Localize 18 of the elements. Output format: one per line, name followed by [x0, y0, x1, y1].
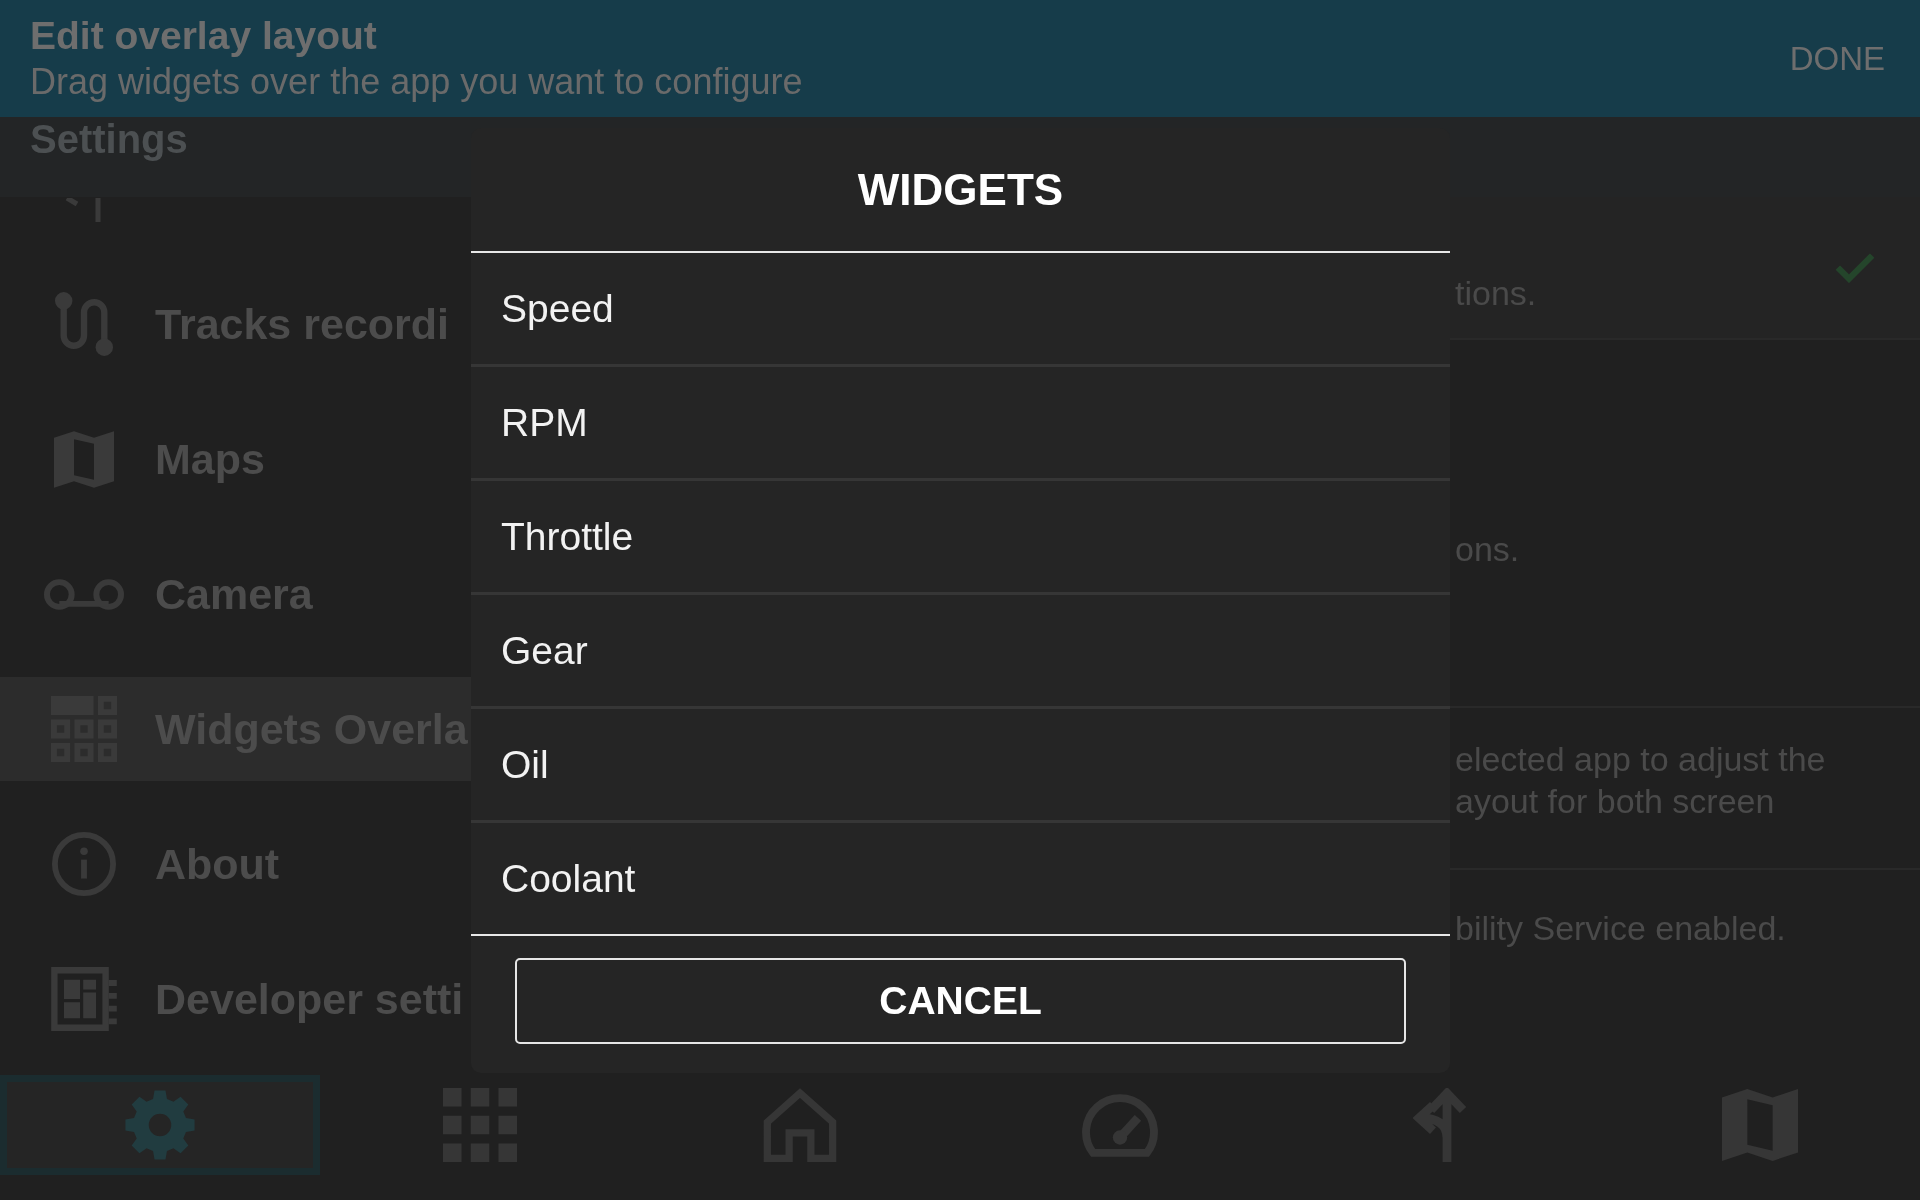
- map-icon: [54, 430, 114, 488]
- bar-title: Edit overlay layout: [30, 14, 377, 58]
- widget-option[interactable]: Throttle: [471, 481, 1450, 595]
- dialog-title: WIDGETS: [857, 163, 1064, 216]
- dashboard-icon: [51, 967, 117, 1031]
- widget-option[interactable]: Coolant: [471, 823, 1450, 934]
- cancel-button[interactable]: CANCEL: [515, 958, 1406, 1044]
- widget-option[interactable]: Gear: [471, 595, 1450, 709]
- widget-option[interactable]: RPM: [471, 367, 1450, 481]
- gear-icon: [125, 1090, 195, 1160]
- bar-subtitle: Drag widgets over the app you want to configure: [30, 61, 803, 103]
- arrow-icon: [65, 198, 103, 222]
- widget-option[interactable]: Oil: [471, 709, 1450, 823]
- voicemail-icon: [44, 578, 124, 610]
- widget-option[interactable]: Speed: [471, 253, 1450, 367]
- info-icon: [52, 832, 116, 896]
- nav-tab[interactable]: [0, 1075, 320, 1175]
- route-icon: [55, 292, 113, 356]
